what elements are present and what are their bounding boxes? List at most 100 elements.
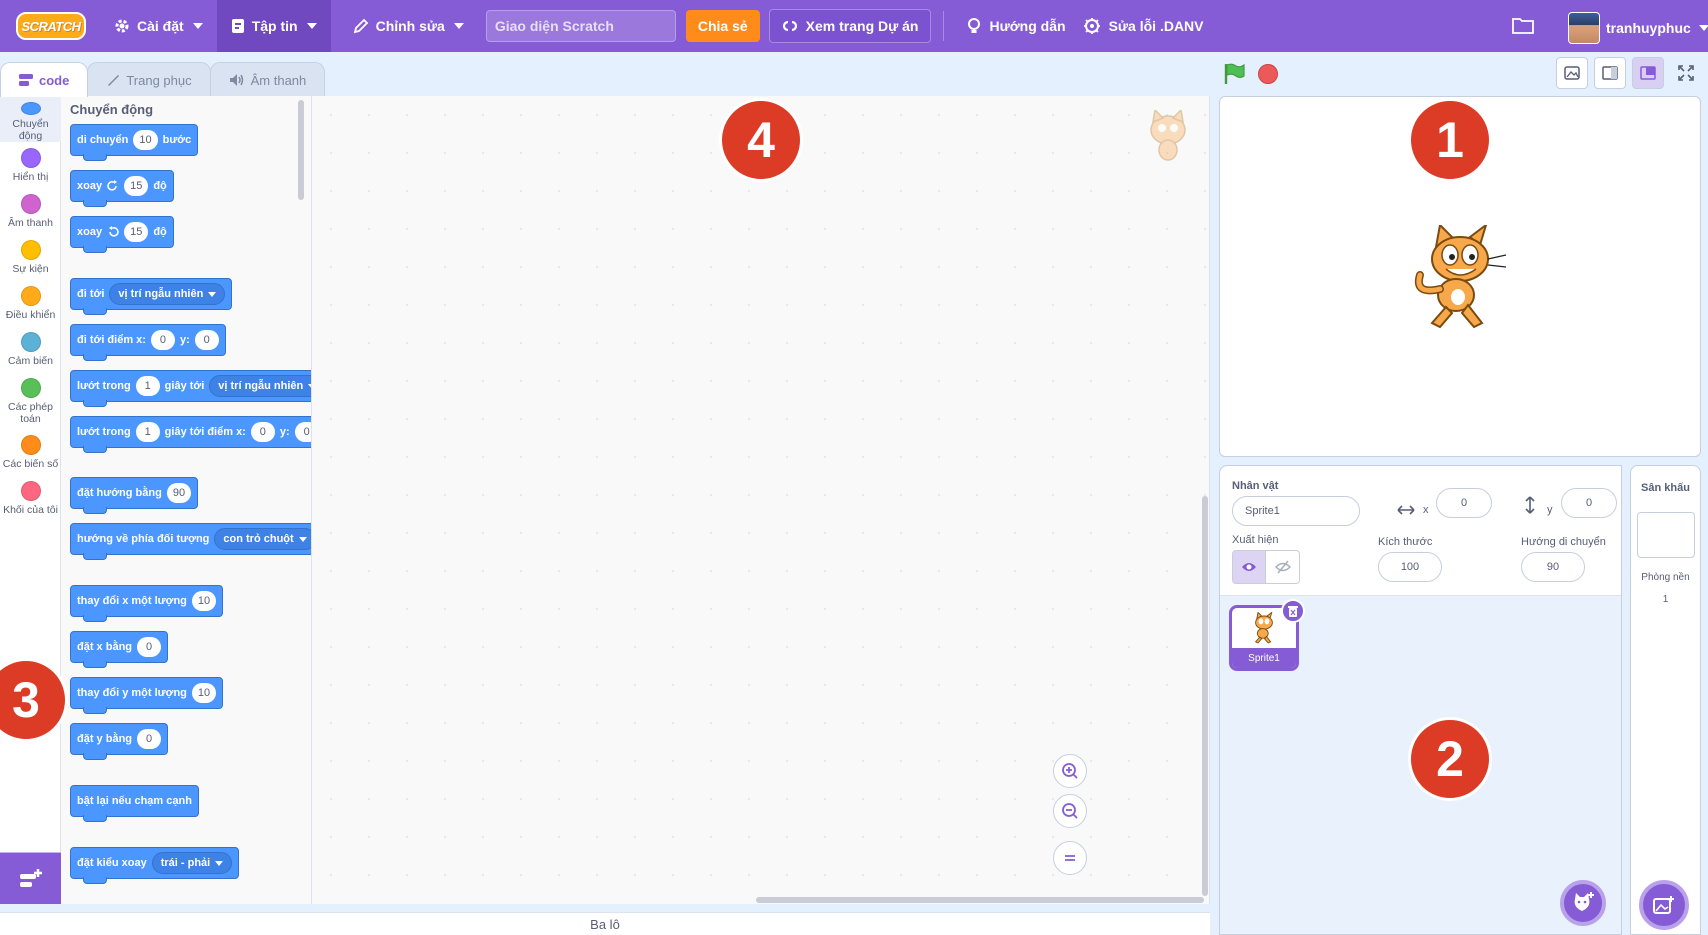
code-workspace[interactable] <box>312 96 1210 904</box>
block-input-x[interactable]: 0 <box>250 422 275 442</box>
sprite-tile-label: Sprite1 <box>1232 648 1296 668</box>
small-stage-button[interactable] <box>1594 57 1626 89</box>
block-turn-left[interactable]: xoay 15 độ <box>70 216 174 253</box>
block-set-rotation-style[interactable]: đặt kiểu xoay trái - phải <box>70 847 240 884</box>
block-text: xoay <box>77 226 103 238</box>
stop-button[interactable] <box>1258 64 1278 84</box>
project-title-input[interactable] <box>485 10 676 42</box>
scratch-logo[interactable]: SCRATCH <box>16 12 86 40</box>
category-motion[interactable]: Chuyển động <box>0 96 61 142</box>
block-input-value[interactable]: 0 <box>137 637 162 657</box>
add-extension-button[interactable] <box>0 852 61 904</box>
block-input-direction[interactable]: 90 <box>166 483 192 503</box>
sprite-x-input[interactable]: 0 <box>1436 488 1492 518</box>
callout-sprite-pane: 2 <box>1408 717 1492 801</box>
workspace-vertical-scrollbar[interactable] <box>1202 496 1208 896</box>
backpack[interactable]: Ba lô <box>0 912 1210 935</box>
block-set-y[interactable]: đặt y bằng 0 <box>70 723 169 760</box>
settings-menu[interactable]: Cài đặt <box>100 0 217 52</box>
tab-costumes[interactable]: Trang phục <box>87 62 211 97</box>
zoom-reset-button[interactable] <box>1053 841 1087 875</box>
block-input-x[interactable]: 0 <box>150 330 175 350</box>
sprite-y-input[interactable]: 0 <box>1561 488 1617 518</box>
block-input-y[interactable]: 0 <box>294 422 311 442</box>
file-menu[interactable]: Tập tin <box>216 0 331 52</box>
tab-code[interactable]: code <box>0 62 89 97</box>
block-input-steps[interactable]: 10 <box>133 130 158 150</box>
block-input-degrees[interactable]: 15 <box>124 222 149 242</box>
green-flag-button[interactable] <box>1222 62 1246 91</box>
block-input-seconds[interactable]: 1 <box>135 422 160 442</box>
debug-button[interactable]: Sửa lỗi .DANV <box>1080 0 1218 52</box>
block-input-y[interactable]: 0 <box>194 330 219 350</box>
show-sprite-button[interactable] <box>1232 550 1266 584</box>
add-backdrop-button[interactable] <box>1639 880 1689 930</box>
sprite-direction-input[interactable]: 90 <box>1521 552 1585 582</box>
block-go-to-xy[interactable]: đi tới điểm x: 0 y: 0 <box>70 324 226 361</box>
block-palette: Chuyển động di chuyển 10 bước xoay 15 độ… <box>61 96 312 904</box>
block-point-in-direction[interactable]: đặt hướng bằng 90 <box>70 477 199 514</box>
add-sprite-button[interactable] <box>1560 880 1606 926</box>
block-set-x[interactable]: đặt x bằng 0 <box>70 631 169 668</box>
sprite-size-input[interactable]: 100 <box>1378 552 1442 582</box>
block-input-seconds[interactable]: 1 <box>135 376 160 396</box>
block-dropdown[interactable]: con trỏ chuột <box>214 528 311 550</box>
category-dot <box>20 481 41 501</box>
delete-sprite-button[interactable] <box>1281 599 1305 623</box>
sprite-cat-icon[interactable] <box>1410 225 1510 329</box>
stage-target-pane[interactable]: Sân khấu Phòng nền 1 <box>1630 465 1701 935</box>
y-label: y <box>1547 504 1553 516</box>
block-input-degrees[interactable]: 15 <box>124 176 149 196</box>
block-dropdown[interactable]: trái - phải <box>151 852 233 874</box>
block-glide-to-xy[interactable]: lướt trong 1 giây tới điểm x: 0 y: 0 <box>70 416 311 453</box>
block-text: đặt x bằng <box>77 641 133 653</box>
my-stuff-folder-icon[interactable] <box>1512 16 1534 39</box>
zoom-out-button[interactable] <box>1053 794 1087 828</box>
zoom-in-button[interactable] <box>1053 754 1087 788</box>
see-project-page-button[interactable]: Xem trang Dự án <box>768 9 932 43</box>
tab-sounds[interactable]: Âm thanh <box>209 62 326 97</box>
category-dot <box>20 378 41 398</box>
category-events[interactable]: Sự kiện <box>0 234 61 280</box>
block-text: đặt kiểu xoay <box>77 857 147 869</box>
fullscreen-button[interactable] <box>1670 57 1702 89</box>
tutorials-button[interactable]: Hướng dẫn <box>952 0 1079 52</box>
edit-menu[interactable]: Chỉnh sửa <box>339 0 478 52</box>
workspace-horizontal-scrollbar[interactable] <box>756 897 1204 903</box>
block-text: y: <box>179 334 190 346</box>
dropdown-value: vị trí ngẫu nhiên <box>118 288 204 300</box>
block-bounce-on-edge[interactable]: bật lại nếu chạm cạnh <box>70 785 199 822</box>
screenshot-button[interactable] <box>1556 57 1588 89</box>
block-input-value[interactable]: 10 <box>191 683 217 703</box>
avatar <box>1568 12 1600 44</box>
category-sensing[interactable]: Cảm biến <box>0 326 61 372</box>
block-turn-right[interactable]: xoay 15 độ <box>70 170 174 207</box>
block-dropdown[interactable]: vị trí ngẫu nhiên <box>209 375 311 397</box>
account-menu[interactable]: tranhuyphuc <box>1568 12 1708 44</box>
block-go-to[interactable]: đi tới vị trí ngẫu nhiên <box>70 278 233 315</box>
category-my-blocks[interactable]: Khối của tôi <box>0 475 61 521</box>
block-move-steps[interactable]: di chuyển 10 bước <box>70 124 199 161</box>
stage-thumbnail[interactable] <box>1637 512 1695 558</box>
block-change-x[interactable]: thay đổi x một lượng 10 <box>70 585 224 622</box>
block-input-value[interactable]: 10 <box>191 591 217 611</box>
category-label: Cảm biến <box>8 355 53 367</box>
block-point-towards[interactable]: hướng về phía đối tượng con trỏ chuột <box>70 523 311 560</box>
category-sound[interactable]: Âm thanh <box>0 188 61 234</box>
block-dropdown[interactable]: vị trí ngẫu nhiên <box>109 283 226 305</box>
block-glide-to[interactable]: lướt trong 1 giây tới vị trí ngẫu nhiên <box>70 370 311 407</box>
hide-sprite-button[interactable] <box>1266 550 1300 584</box>
block-change-y[interactable]: thay đổi y một lượng 10 <box>70 677 224 714</box>
zoom-in-icon <box>1062 763 1078 779</box>
block-input-value[interactable]: 0 <box>137 729 162 749</box>
category-operators[interactable]: Các phép toán <box>0 372 61 429</box>
large-stage-button[interactable] <box>1632 57 1664 89</box>
category-looks[interactable]: Hiển thị <box>0 142 61 188</box>
category-variables[interactable]: Các biến số <box>0 429 61 475</box>
sprite-cat-icon <box>1254 612 1273 644</box>
palette-scrollbar[interactable] <box>298 100 304 200</box>
category-control[interactable]: Điều khiển <box>0 280 61 326</box>
sprite-name-input[interactable] <box>1232 496 1360 526</box>
share-button[interactable]: Chia sẻ <box>685 10 760 42</box>
link-icon <box>782 20 797 32</box>
